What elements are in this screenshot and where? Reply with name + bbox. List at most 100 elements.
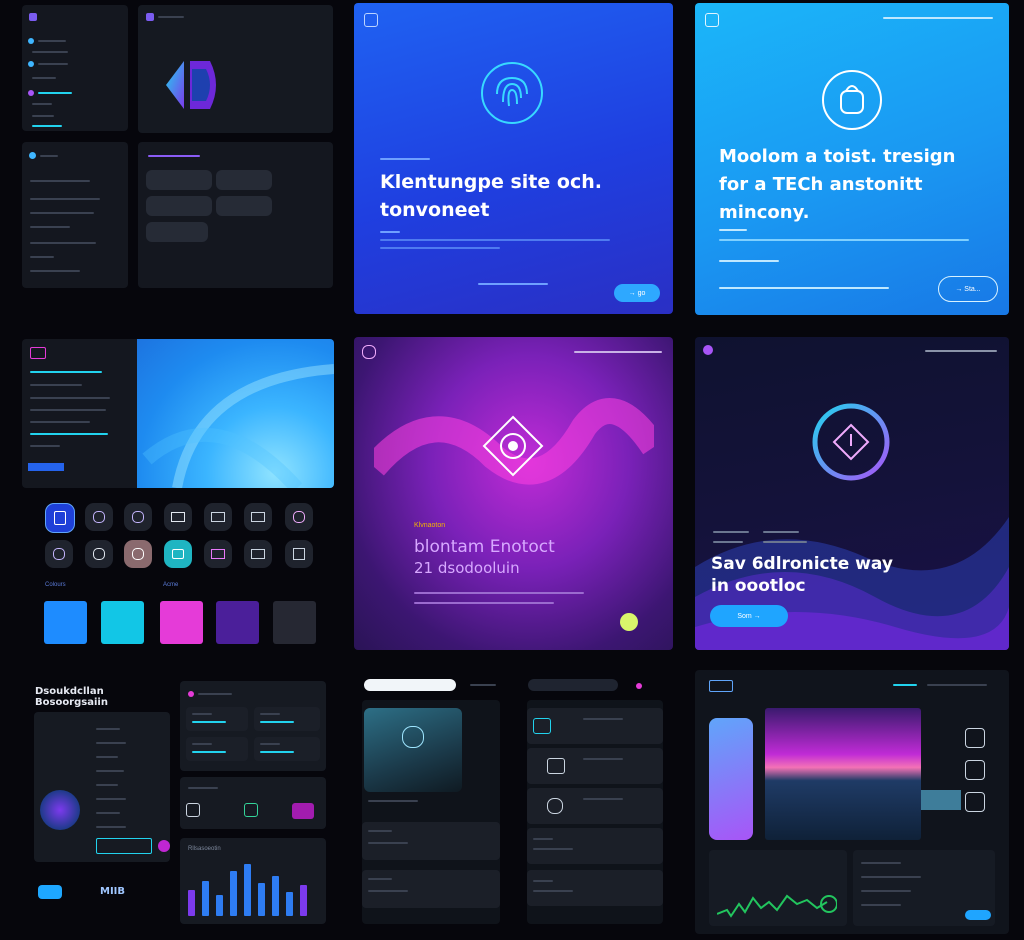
photo-editor-panel [695, 670, 1009, 934]
waveform-card[interactable] [709, 850, 847, 926]
photo-canvas[interactable] [765, 708, 921, 840]
chat-icon-tile[interactable] [164, 540, 192, 568]
hero-title-line2: for a TECh anstonitt [719, 174, 923, 195]
brand-icon [146, 13, 154, 21]
hero-eyebrow: Klvnaoton [414, 522, 446, 529]
stat-tile [96, 838, 152, 854]
dashboard-title-line2: Bosoorgsaiin [35, 697, 108, 708]
flower-icon-tile[interactable] [124, 540, 152, 568]
chips-panel [138, 142, 333, 288]
stat-card[interactable] [254, 737, 320, 761]
color-swatch-blue [44, 601, 87, 644]
list-card[interactable] [527, 870, 663, 906]
terminal-icon-tile[interactable] [244, 503, 272, 531]
notification-dot-icon [636, 683, 642, 689]
hero-blue-card: Klentungpe site och. tonvoneet → go [354, 3, 673, 314]
app-logo-icon [364, 13, 378, 27]
tool-icon[interactable] [965, 760, 985, 780]
fingerprint-icon [481, 62, 543, 124]
logo-panel [138, 5, 333, 133]
cards-icon-tile[interactable] [164, 503, 192, 531]
app-logo-icon [362, 345, 376, 359]
nav-item[interactable] [28, 60, 118, 68]
swirl-icon-tile[interactable] [285, 503, 313, 531]
color-swatch-magenta [160, 601, 203, 644]
list-card[interactable] [527, 828, 663, 864]
chip[interactable] [216, 170, 272, 190]
phone-screen [362, 700, 500, 924]
list-card[interactable] [362, 822, 500, 860]
app-logo-icon [709, 680, 733, 692]
backpack-icon [822, 70, 882, 130]
hero-title-line2: tonvoneet [380, 199, 490, 221]
list-card[interactable] [527, 708, 663, 744]
app-logo-icon [705, 13, 719, 27]
hero-cyan-card: Moolom a toist. tresign for a TECh ansto… [695, 3, 1009, 315]
tool-icon[interactable] [965, 728, 985, 748]
stat-value: MIIB [100, 886, 126, 897]
chip[interactable] [146, 170, 212, 190]
search-pill[interactable] [364, 679, 456, 691]
status-dot-icon[interactable] [620, 613, 638, 631]
hero-title-line1: Klentungpe site och. [380, 171, 602, 193]
cta-button[interactable]: Som → [710, 605, 788, 627]
hero-purple-card: Klvnaoton blontam Enotoct 21 dsodooluin [354, 337, 673, 650]
hero-title-line2: in oootloc [711, 576, 806, 596]
profile-panel [34, 712, 170, 862]
stat-card[interactable] [186, 737, 248, 761]
grid-icon-tile[interactable] [45, 540, 73, 568]
dashboard-title-line1: Dsoukdcllan [35, 686, 104, 697]
magenta-dot-icon [158, 840, 170, 852]
tag-selected[interactable] [28, 463, 64, 471]
toggle-switch[interactable] [38, 885, 62, 899]
chip[interactable] [146, 196, 212, 216]
chart-bar [300, 885, 307, 916]
shield-icon-tile[interactable] [45, 503, 75, 533]
color-swatch-violet [216, 601, 259, 644]
hero-title-line3: mincony. [719, 202, 810, 223]
chart-bar [188, 890, 195, 916]
list-card[interactable] [362, 870, 500, 908]
phone-list [527, 700, 663, 924]
list-card[interactable] [527, 788, 663, 824]
settings-icon [29, 152, 36, 159]
code-icon-tile[interactable] [244, 540, 272, 568]
cta-button[interactable]: → Sta... [938, 276, 998, 302]
settings-icon-tile[interactable] [124, 503, 152, 531]
video-icon-tile[interactable] [204, 503, 232, 531]
target-icon-tile[interactable] [85, 540, 113, 568]
stats-card[interactable] [853, 850, 995, 926]
app-logo-icon [703, 345, 713, 355]
list-gradient-panel [22, 339, 334, 488]
stat-card[interactable] [186, 707, 248, 731]
search-pill[interactable] [528, 679, 618, 691]
gallery-icon-tile[interactable] [204, 540, 232, 568]
layers-icon-tile[interactable] [285, 540, 313, 568]
chip[interactable] [146, 222, 208, 242]
stat-card[interactable] [254, 707, 320, 731]
chart-bar [272, 876, 279, 916]
nav-item-active[interactable] [28, 89, 118, 97]
cta-button[interactable]: → go [614, 284, 660, 302]
side-photo[interactable] [921, 790, 961, 810]
action-button[interactable] [965, 910, 991, 920]
color-swatch-slate [273, 601, 316, 644]
avatar[interactable] [40, 790, 80, 830]
hero-dark-card: Sav 6dlronicte way in oootloc Som → [695, 337, 1009, 650]
chip[interactable] [216, 196, 272, 216]
thumbnail-strip[interactable] [709, 718, 753, 840]
sidebar-panel [22, 5, 128, 131]
chart-bar [230, 871, 237, 916]
stats-panel [180, 681, 326, 771]
swatch-label: Colours [45, 582, 66, 588]
nav-item[interactable] [28, 37, 118, 45]
diamond-eye-icon [482, 415, 544, 477]
chart-title: Rllsasoeotin [188, 846, 221, 852]
user-icon-tile[interactable] [85, 503, 113, 531]
list-card[interactable] [527, 748, 663, 784]
hero-title-line1: Moolom a toist. tresign [719, 146, 956, 167]
media-card[interactable] [364, 708, 462, 792]
tool-icon[interactable] [965, 792, 985, 812]
hero-title-line1: blontam Enotoct [414, 537, 555, 557]
swirl-shape [142, 364, 334, 488]
